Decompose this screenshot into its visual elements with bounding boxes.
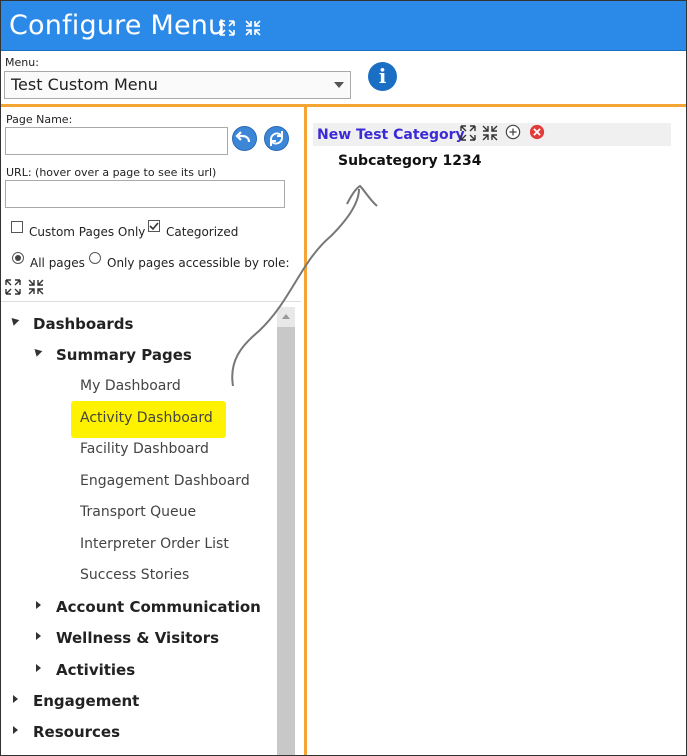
tree-leaf[interactable]: Success Stories [80,567,189,583]
categorized-label: Categorized [166,225,239,239]
collapse-category-icon[interactable] [482,125,498,141]
category-title[interactable]: New Test Category [317,127,465,143]
url-label: URL: (hover over a page to see its url) [6,166,217,179]
collapsed-triangle-icon[interactable] [13,695,18,703]
collapse-icon[interactable] [245,20,261,36]
tree-leaf[interactable]: Facility Dashboard [80,441,209,457]
page-name-label: Page Name: [6,113,73,126]
checkmark-icon [149,222,159,231]
custom-pages-only-label: Custom Pages Only [29,225,146,239]
tree-node-summary-pages[interactable]: Summary Pages [56,346,192,364]
subcategory-title[interactable]: Subcategory 1234 [338,153,482,169]
tree-node-account-communication[interactable]: Account Communication [56,598,261,616]
collapsed-triangle-icon[interactable] [36,664,41,672]
all-pages-label: All pages [30,256,85,270]
chevron-down-icon [334,82,344,88]
undo-icon [235,131,251,143]
scroll-up-button[interactable] [277,307,295,327]
filter-divider [1,301,301,302]
tree-leaf[interactable]: Engagement Dashboard [80,473,250,489]
delete-circle-icon[interactable] [529,124,545,140]
menu-label: Menu: [5,56,39,69]
tree-leaf[interactable]: Activity Dashboard [80,410,213,426]
tree-node-engagement[interactable]: Engagement [33,692,139,710]
refresh-icon [270,131,283,146]
expand-icon[interactable] [219,20,235,36]
page-title: Configure Menu [9,10,226,41]
menu-select[interactable]: Test Custom Menu [4,71,351,99]
header-bar: Configure Menu [1,1,686,51]
url-input[interactable] [5,180,285,208]
menu-select-value: Test Custom Menu [11,75,158,94]
tree-node-resources[interactable]: Resources [33,723,120,741]
custom-pages-only-checkbox[interactable] [11,221,23,233]
horizontal-divider [1,104,686,107]
expanded-triangle-icon[interactable] [31,346,43,357]
configure-menu-window: Configure Menu Menu: Test Custom Menu i … [0,0,687,756]
collapsed-triangle-icon[interactable] [36,601,41,609]
refresh-button[interactable] [264,126,289,151]
tree-leaf[interactable]: My Dashboard [80,378,181,394]
tree-leaf[interactable]: Interpreter Order List [80,536,229,552]
vertical-divider [304,104,307,755]
collapsed-triangle-icon[interactable] [36,632,41,640]
role-pages-label: Only pages accessible by role: [107,256,290,270]
tree-node-wellness-visitors[interactable]: Wellness & Visitors [56,629,219,647]
tree-leaf[interactable]: Transport Queue [80,504,196,520]
expanded-triangle-icon[interactable] [8,315,20,326]
add-circle-icon[interactable] [505,124,521,140]
expand-category-icon[interactable] [460,125,476,141]
categorized-checkbox[interactable] [148,220,160,232]
expand-all-icon[interactable] [5,279,21,295]
tree-node-dashboards[interactable]: Dashboards [33,315,133,333]
all-pages-radio[interactable] [12,252,24,264]
collapse-all-icon[interactable] [28,279,44,295]
tree-node-activities[interactable]: Activities [56,661,135,679]
info-icon[interactable]: i [368,62,397,91]
collapsed-triangle-icon[interactable] [13,726,18,734]
tree-scrollbar[interactable] [277,307,295,755]
role-pages-radio[interactable] [89,252,101,264]
undo-button[interactable] [232,126,257,151]
page-name-input[interactable] [5,127,228,155]
